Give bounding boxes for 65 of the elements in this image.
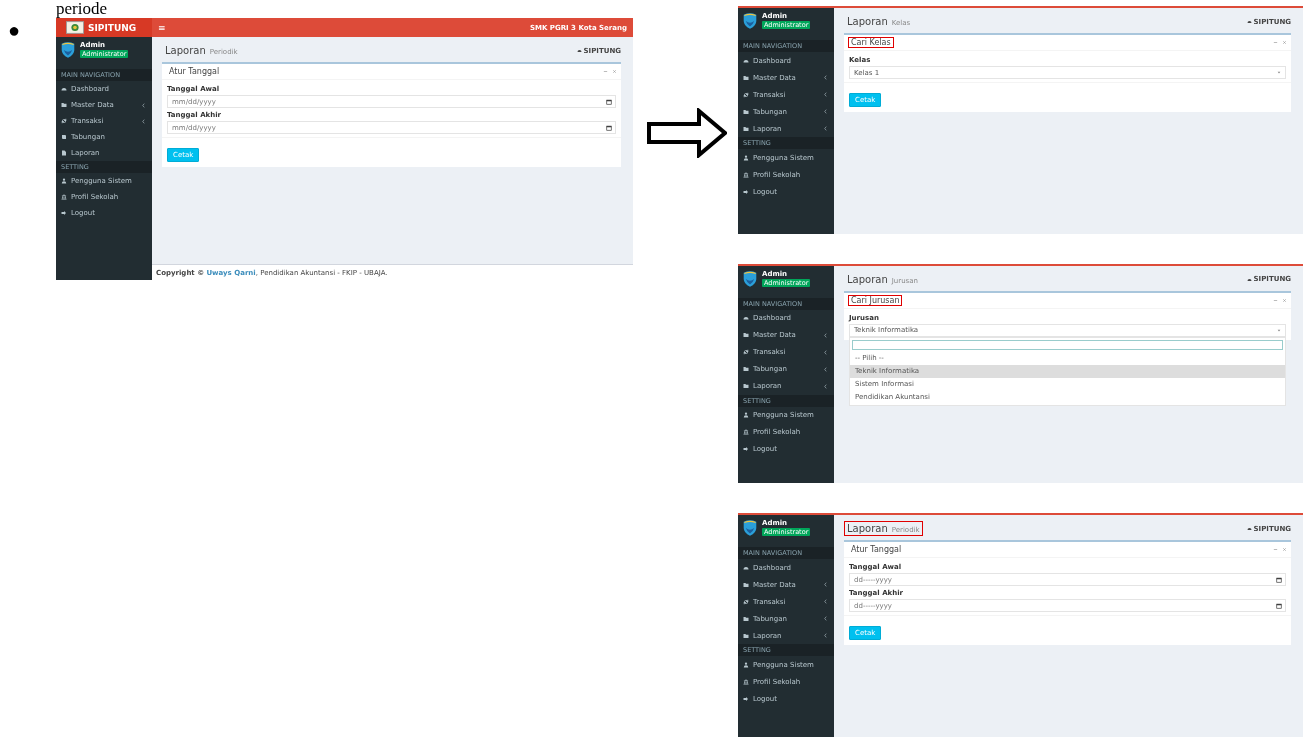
minimize-icon[interactable] xyxy=(603,69,608,74)
heading-text: periode xyxy=(55,0,108,18)
user-icon xyxy=(743,154,749,161)
calendar-icon[interactable] xyxy=(1276,577,1282,584)
folder-icon xyxy=(743,383,749,390)
folder-icon xyxy=(743,366,749,373)
folder-icon xyxy=(743,108,749,115)
user-icon xyxy=(743,412,749,419)
shield-logo-icon xyxy=(61,41,75,59)
gauge-icon xyxy=(61,86,67,92)
search-field[interactable] xyxy=(852,339,1283,350)
gauge-icon xyxy=(576,48,582,53)
bank-icon xyxy=(61,194,67,200)
close-icon[interactable] xyxy=(1282,297,1287,303)
panel-title: Cari Kelas xyxy=(848,37,894,48)
folder-icon xyxy=(743,632,749,639)
logout-icon xyxy=(61,210,67,216)
shield-logo-icon xyxy=(743,269,757,288)
gauge-icon xyxy=(743,57,749,64)
file-icon xyxy=(61,150,67,156)
panel-title: Atur Tanggal xyxy=(168,66,221,77)
menu-toggle[interactable]: ≡ xyxy=(158,22,166,33)
calendar-icon[interactable] xyxy=(606,125,612,131)
right-arrow-icon xyxy=(647,108,727,158)
logout-icon xyxy=(743,695,749,702)
folder-icon xyxy=(743,581,749,588)
folder-icon xyxy=(743,332,749,339)
calendar-icon[interactable] xyxy=(606,99,612,105)
close-icon[interactable] xyxy=(1282,40,1287,45)
brand-name: SIPITUNG xyxy=(88,22,137,33)
caret-down-icon xyxy=(1277,328,1281,332)
folder-icon xyxy=(743,125,749,132)
logout-icon xyxy=(743,446,749,453)
gauge-icon xyxy=(743,315,749,322)
caret-down-icon xyxy=(1277,71,1281,74)
refresh-icon xyxy=(743,598,749,605)
logout-icon xyxy=(743,188,749,195)
minimize-icon[interactable] xyxy=(1273,297,1278,303)
bullet-mark: ● xyxy=(7,22,22,38)
book-icon xyxy=(61,134,67,140)
bank-icon xyxy=(743,429,749,436)
gauge-icon xyxy=(1246,276,1252,282)
panel-title: Atur Tanggal xyxy=(850,544,903,556)
gauge-icon xyxy=(743,564,749,571)
refresh-icon xyxy=(61,118,67,124)
user-icon xyxy=(61,178,67,184)
calendar-icon[interactable] xyxy=(1276,603,1282,610)
refresh-icon xyxy=(743,349,749,356)
refresh-icon xyxy=(743,91,749,98)
bank-icon xyxy=(743,171,749,178)
school-logo-icon xyxy=(66,21,84,34)
bank-icon xyxy=(743,678,749,685)
folder-icon xyxy=(743,74,749,81)
panel-title: Cari Jurusan xyxy=(848,294,903,306)
gauge-icon xyxy=(1246,19,1252,24)
user-icon xyxy=(743,661,749,668)
folder-icon xyxy=(743,615,749,622)
minimize-icon[interactable] xyxy=(1273,547,1278,553)
gauge-icon xyxy=(1246,526,1252,532)
shield-logo-icon xyxy=(743,519,757,538)
shield-logo-icon xyxy=(743,12,757,30)
minimize-icon[interactable] xyxy=(1273,40,1278,45)
close-icon[interactable] xyxy=(1282,547,1287,553)
close-icon[interactable] xyxy=(612,69,617,74)
folder-icon xyxy=(61,102,67,108)
